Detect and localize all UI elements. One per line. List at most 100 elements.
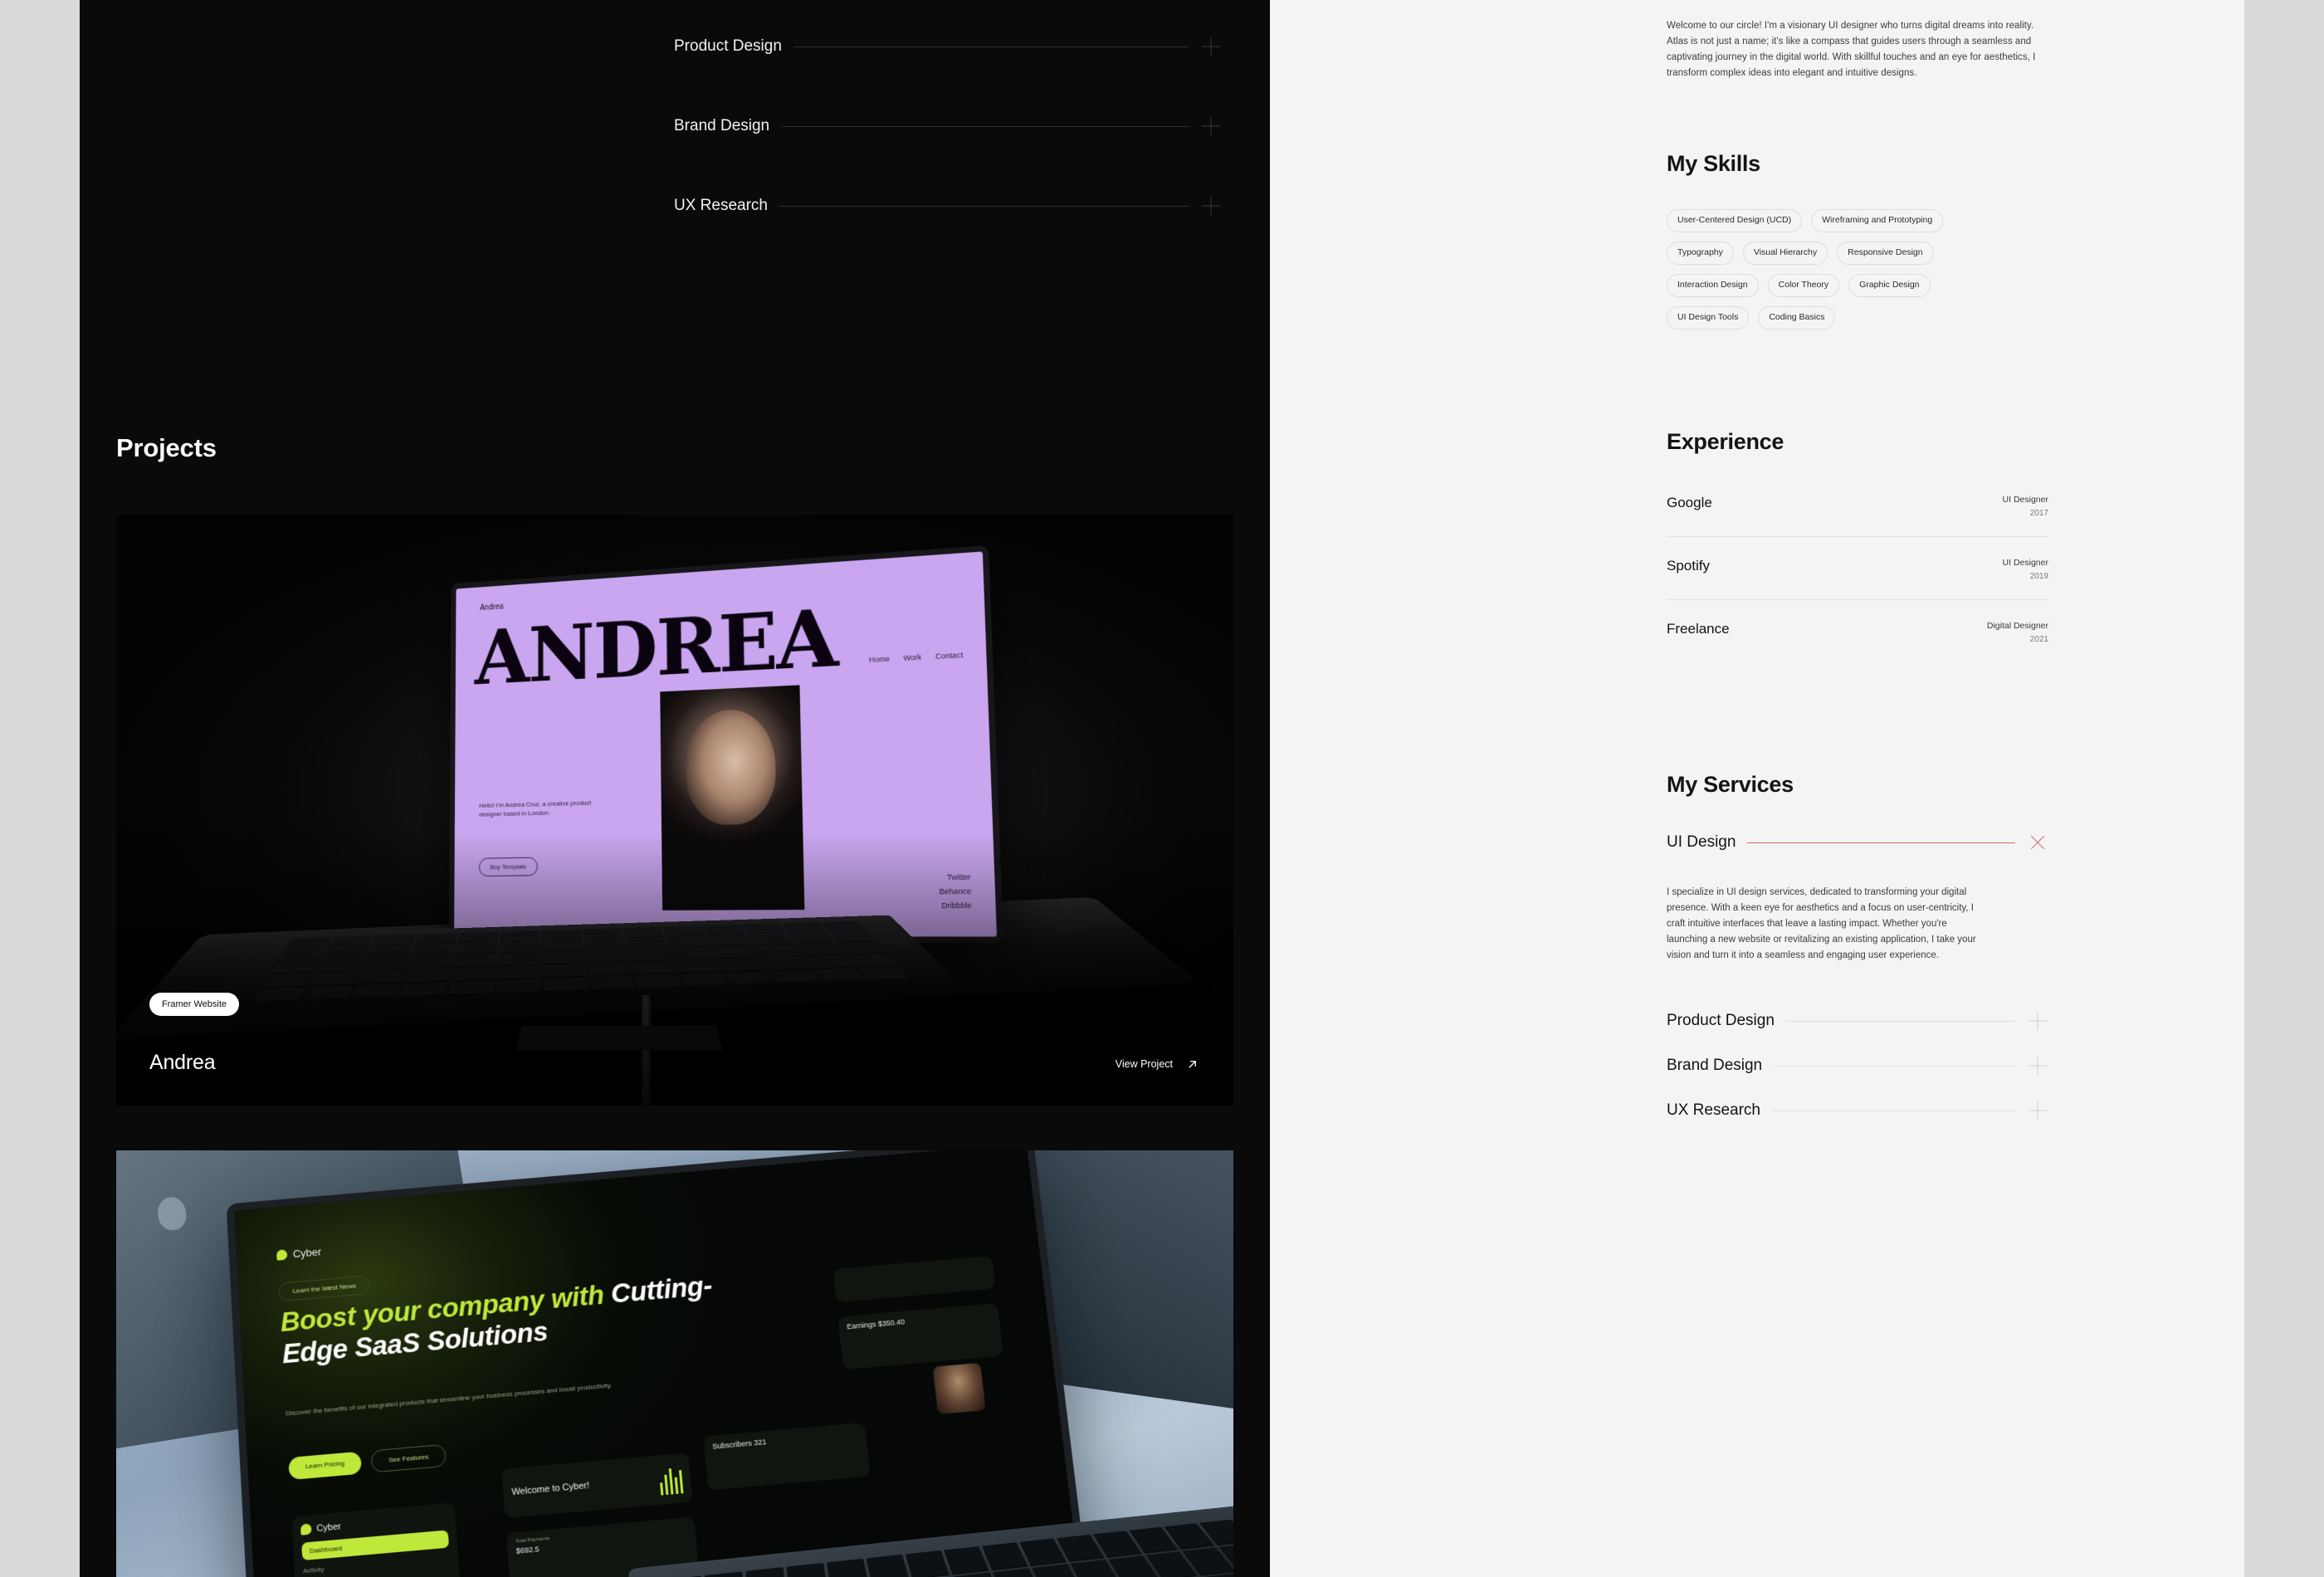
overlay-accordion-item[interactable]: UX Research — [674, 166, 1222, 246]
screen-socials: Twitter Behance Dribbble — [939, 870, 972, 913]
saas-brand: Cyber — [276, 1246, 322, 1262]
service-accordion-header[interactable]: UX Research — [1667, 1090, 2048, 1131]
cyber-logo-icon — [300, 1524, 312, 1536]
saas-cta-primary: Learn Pricing — [288, 1451, 363, 1481]
keyboard-key — [588, 963, 632, 977]
plus-icon[interactable] — [2027, 1100, 2048, 1121]
skill-chip[interactable]: Coding Basics — [1758, 306, 1836, 330]
saas-sidebar-brand-label: Cyber — [316, 1521, 342, 1535]
screen-buy-template-button: Buy Template — [478, 857, 538, 876]
saas-earnings-label: Earnings — [846, 1320, 877, 1331]
skill-chip[interactable]: Typography — [1667, 242, 1734, 265]
overlay-accordion-item[interactable]: Product Design — [674, 7, 1222, 86]
keyboard-key — [415, 933, 457, 945]
keyboard-key — [625, 938, 669, 950]
experience-row: Freelance Digital Designer 2021 — [1667, 600, 2048, 662]
skills-title: My Skills — [1667, 151, 1760, 176]
services-accordion: UI Design I specialize in UI design servi… — [1667, 822, 2048, 1135]
plus-icon[interactable] — [1200, 195, 1222, 217]
keyboard-key — [662, 925, 706, 937]
keyboard-key — [814, 969, 866, 983]
keyboard-key — [367, 945, 413, 959]
experience-meta: UI Designer 2017 — [2003, 494, 2048, 520]
skill-chip[interactable]: Wireframing and Prototyping — [1811, 209, 1944, 232]
view-project-link[interactable]: View Project — [1116, 1057, 1199, 1071]
keyboard-key — [541, 930, 582, 941]
skill-chip[interactable]: Graphic Design — [1848, 274, 1931, 297]
skill-chip[interactable]: User-Centered Design (UCD) — [1667, 209, 1803, 232]
keyboard-key — [905, 1550, 950, 1577]
keyboard-key — [498, 954, 541, 967]
keyboard-key — [635, 974, 683, 989]
plus-icon[interactable] — [1200, 115, 1222, 137]
service-accordion-item[interactable]: Product Design — [1667, 1000, 2048, 1045]
plus-icon[interactable] — [1200, 36, 1222, 57]
service-accordion-item[interactable]: UX Research — [1667, 1090, 2048, 1135]
keyboard-key — [769, 969, 821, 984]
keyboard-key — [411, 945, 456, 957]
keyboard-key — [356, 970, 405, 985]
skill-chip[interactable]: Color Theory — [1767, 274, 1840, 297]
macbook-device: Cyber Learn the latest News Boost your c… — [226, 1150, 1095, 1577]
experience-role: UI Designer — [2002, 558, 2048, 568]
skill-chip[interactable]: UI Design Tools — [1667, 306, 1750, 330]
service-accordion-header[interactable]: Product Design — [1667, 1000, 2048, 1042]
service-name: Brand Design — [1667, 1057, 1763, 1074]
saas-news-pill: Learn the latest News — [278, 1275, 371, 1302]
keyboard-key — [847, 954, 899, 968]
skill-chip[interactable]: Visual Hierarchy — [1742, 242, 1828, 265]
saas-stat-label: Total Payments — [515, 1536, 550, 1545]
keyboard-key — [858, 967, 911, 981]
overlay-accordion-label: Product Design — [674, 37, 782, 55]
overlay-accordion-item[interactable]: Brand Design — [674, 86, 1222, 166]
laptop-device: Andrea Home Work Contact ANDREA Hello! I… — [448, 544, 1003, 943]
project-card[interactable]: Cyber Learn the latest News Boost your c… — [116, 1150, 1233, 1577]
close-icon[interactable] — [2027, 832, 2048, 853]
keyboard-key — [277, 949, 326, 961]
experience-section: Experience Google UI Designer 2017 Spotify U… — [1667, 427, 2048, 662]
keyboard-key — [805, 955, 855, 969]
keyboard-key — [544, 978, 589, 993]
skill-chip[interactable]: Interaction Design — [1667, 274, 1759, 297]
keyboard-key — [826, 1558, 869, 1577]
project-card[interactable]: Andrea Home Work Contact ANDREA Hello! I… — [116, 515, 1233, 1106]
macbook-lid: Cyber Learn the latest News Boost your c… — [226, 1150, 1095, 1577]
service-accordion-item[interactable]: UI Design I specialize in UI design servi… — [1667, 822, 2048, 1000]
overlay-accordion-rule — [781, 125, 1189, 127]
saas-welcome-label: Welcome to Cyber! — [511, 1481, 590, 1498]
keyboard-key — [543, 964, 588, 979]
saas-earnings-value: $350.40 — [877, 1317, 906, 1329]
skill-chip[interactable]: Responsive Design — [1837, 242, 1934, 265]
experience-meta: UI Designer 2019 — [2003, 557, 2048, 583]
plus-icon[interactable] — [2027, 1055, 2048, 1077]
keyboard-key — [820, 921, 867, 932]
overlay-accordion: Product Design Brand Design UX Research — [674, 7, 1222, 246]
keyboard-key — [702, 925, 746, 936]
keyboard-key — [707, 935, 753, 948]
service-accordion-header[interactable]: Brand Design — [1667, 1045, 2048, 1086]
saas-subscribers-card: Subscribers 321 — [703, 1422, 871, 1492]
experience-role: Digital Designer — [1986, 621, 2048, 631]
saas-subheadline: Discover the benefits of our integrated … — [285, 1381, 613, 1418]
skills-section: My Skills User-Centered Design (UCD) Wire… — [1667, 149, 2048, 330]
experience-row: Spotify UI Designer 2019 — [1667, 537, 2048, 600]
keyboard-key — [451, 967, 496, 982]
cyber-logo-icon — [276, 1249, 288, 1262]
keyboard-key — [315, 959, 364, 973]
keyboard-key — [457, 932, 499, 944]
experience-year: 2017 — [2029, 509, 2048, 518]
keyboard-key — [666, 936, 711, 949]
saas-welcome-card: Welcome to Cyber! — [501, 1452, 693, 1519]
service-accordion-item[interactable]: Brand Design — [1667, 1045, 2048, 1090]
service-accordion-header[interactable]: UI Design — [1667, 822, 2048, 863]
keyboard-key — [866, 1554, 910, 1577]
project-card-list: Andrea Home Work Contact ANDREA Hello! I… — [80, 515, 1270, 1577]
saas-subscribers-value: 321 — [753, 1438, 767, 1448]
experience-year: 2019 — [2029, 572, 2048, 581]
laptop-trackpad — [515, 1025, 723, 1051]
plus-icon[interactable] — [2027, 1010, 2048, 1032]
keyboard-key — [755, 945, 803, 958]
laptop-screen: Andrea Home Work Contact ANDREA Hello! I… — [453, 551, 997, 937]
keyboard-key — [455, 943, 498, 956]
keyboard-key — [585, 950, 629, 964]
